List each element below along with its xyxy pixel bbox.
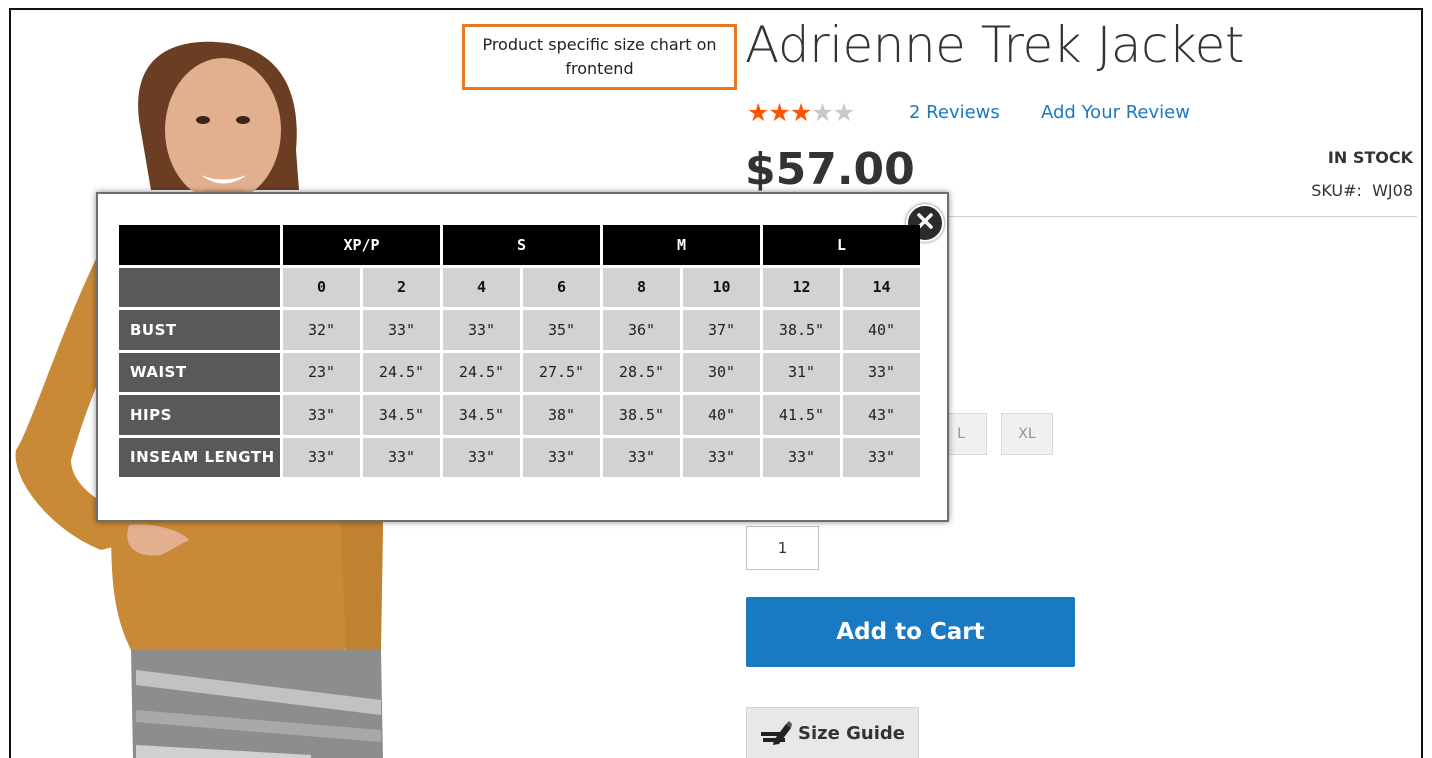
page-frame: Product specific size chart on frontend … bbox=[9, 8, 1423, 758]
table-row: INSEAM LENGTH 33" 33" 33" 33" 33" 33" 33… bbox=[119, 437, 920, 477]
table-cell: 33" bbox=[843, 437, 920, 477]
size-group-header: XP/P bbox=[283, 225, 440, 265]
add-review-link[interactable]: Add Your Review bbox=[1041, 102, 1190, 123]
size-number: 2 bbox=[363, 267, 440, 307]
table-cell: 38.5" bbox=[603, 395, 680, 435]
reviews-link[interactable]: 2 Reviews bbox=[909, 102, 1000, 123]
sku-value: WJ08 bbox=[1372, 181, 1413, 200]
row-label: INSEAM LENGTH bbox=[119, 437, 280, 477]
table-cell: 27.5" bbox=[523, 352, 600, 392]
table-cell: 35" bbox=[523, 310, 600, 350]
table-cell: 33" bbox=[283, 395, 360, 435]
table-cell: 33" bbox=[363, 310, 440, 350]
table-cell: 28.5" bbox=[603, 352, 680, 392]
table-cell: 32" bbox=[283, 310, 360, 350]
table-cell: 33" bbox=[843, 352, 920, 392]
table-cell: 41.5" bbox=[763, 395, 840, 435]
size-option-xl[interactable]: XL bbox=[1001, 413, 1053, 455]
table-cell: 33" bbox=[283, 437, 360, 477]
star-icon: ★ bbox=[811, 99, 833, 127]
size-number: 12 bbox=[763, 267, 840, 307]
table-cell: 38" bbox=[523, 395, 600, 435]
table-row: HIPS 33" 34.5" 34.5" 38" 38.5" 40" 41.5"… bbox=[119, 395, 920, 435]
star-icon: ★ bbox=[747, 99, 769, 127]
table-cell: 24.5" bbox=[363, 352, 440, 392]
rating-stars[interactable]: ★★★★★ bbox=[747, 98, 855, 128]
size-chart-table: XP/P S M L 0 2 4 6 8 10 12 14 BUST 32" 3… bbox=[116, 222, 923, 480]
size-number: 4 bbox=[443, 267, 520, 307]
table-cell: 40" bbox=[683, 395, 760, 435]
star-icon: ★ bbox=[832, 99, 855, 127]
table-corner bbox=[119, 225, 280, 265]
table-cell: 36" bbox=[603, 310, 680, 350]
size-group-header: L bbox=[763, 225, 920, 265]
table-cell: 30" bbox=[683, 352, 760, 392]
size-number: 6 bbox=[523, 267, 600, 307]
table-cell: 34.5" bbox=[443, 395, 520, 435]
size-group-header: S bbox=[443, 225, 600, 265]
table-row: WAIST 23" 24.5" 24.5" 27.5" 28.5" 30" 31… bbox=[119, 352, 920, 392]
size-group-header-row: XP/P S M L bbox=[119, 225, 920, 265]
row-label: BUST bbox=[119, 310, 280, 350]
product-price: $57.00 bbox=[745, 144, 915, 195]
table-cell: 33" bbox=[443, 310, 520, 350]
row-label: HIPS bbox=[119, 395, 280, 435]
table-cell: 38.5" bbox=[763, 310, 840, 350]
table-cell: 37" bbox=[683, 310, 760, 350]
size-number-row: 0 2 4 6 8 10 12 14 bbox=[119, 267, 920, 307]
size-number: 14 bbox=[843, 267, 920, 307]
table-cell: 33" bbox=[443, 437, 520, 477]
size-guide-button[interactable]: Size Guide bbox=[746, 707, 919, 758]
table-cell: 33" bbox=[523, 437, 600, 477]
table-cell: 43" bbox=[843, 395, 920, 435]
table-row: BUST 32" 33" 33" 35" 36" 37" 38.5" 40" bbox=[119, 310, 920, 350]
sku-label: SKU#: bbox=[1311, 181, 1362, 200]
star-icon: ★ bbox=[768, 99, 790, 127]
table-cell: 33" bbox=[683, 437, 760, 477]
product-title: Adrienne Trek Jacket bbox=[745, 16, 1244, 74]
table-cell: 40" bbox=[843, 310, 920, 350]
table-cell: 34.5" bbox=[363, 395, 440, 435]
size-group-header: M bbox=[603, 225, 760, 265]
quantity-input[interactable]: 1 bbox=[746, 526, 819, 570]
star-icon: ★ bbox=[789, 99, 812, 127]
size-guide-label: Size Guide bbox=[798, 722, 905, 744]
size-number: 10 bbox=[683, 267, 760, 307]
size-chart-modal: XP/P S M L 0 2 4 6 8 10 12 14 BUST 32" 3… bbox=[96, 192, 949, 522]
add-to-cart-button[interactable]: Add to Cart bbox=[746, 597, 1075, 667]
table-cell: 33" bbox=[763, 437, 840, 477]
table-corner bbox=[119, 267, 280, 307]
size-number: 8 bbox=[603, 267, 680, 307]
table-cell: 24.5" bbox=[443, 352, 520, 392]
sku: SKU#: WJ08 bbox=[1311, 181, 1413, 200]
size-number: 0 bbox=[283, 267, 360, 307]
annotation-callout: Product specific size chart on frontend bbox=[462, 24, 737, 90]
table-cell: 31" bbox=[763, 352, 840, 392]
stock-status: IN STOCK bbox=[1327, 148, 1413, 167]
pencil-ruler-icon bbox=[760, 720, 793, 746]
table-cell: 33" bbox=[363, 437, 440, 477]
table-cell: 23" bbox=[283, 352, 360, 392]
table-cell: 33" bbox=[603, 437, 680, 477]
row-label: WAIST bbox=[119, 352, 280, 392]
